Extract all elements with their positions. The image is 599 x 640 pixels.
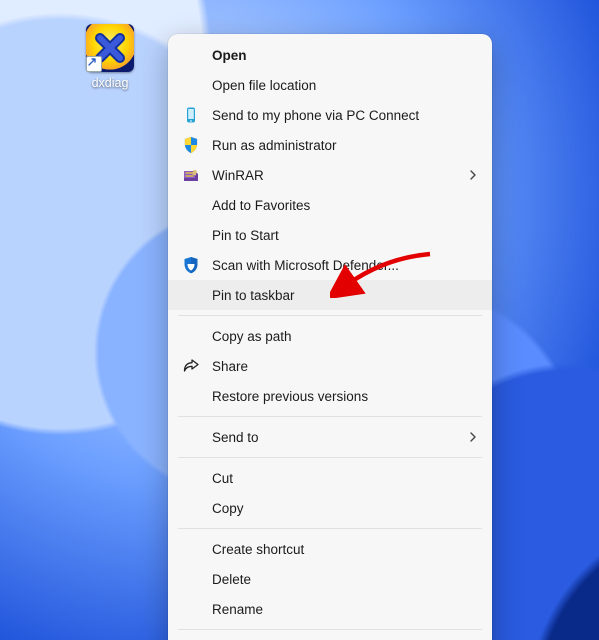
menu-item-pin-to-start[interactable]: Pin to Start — [168, 220, 492, 250]
chevron-right-icon — [468, 430, 478, 445]
menu-item-run-as-administrator[interactable]: Run as administrator — [168, 130, 492, 160]
menu-item-label: Open file location — [212, 78, 478, 93]
menu-separator — [178, 528, 482, 529]
defender-icon — [180, 254, 202, 276]
blank-icon — [180, 538, 202, 560]
menu-item-label: Add to Favorites — [212, 198, 478, 213]
menu-item-label: Share — [212, 359, 478, 374]
menu-item-label: Cut — [212, 471, 478, 486]
menu-item-copy[interactable]: Copy — [168, 493, 492, 523]
menu-item-pin-to-taskbar[interactable]: Pin to taskbar — [168, 280, 492, 310]
menu-separator — [178, 629, 482, 630]
desktop-shortcut-label: dxdiag — [74, 76, 146, 90]
menu-item-send-to-my-phone-via-pc-connect[interactable]: Send to my phone via PC Connect — [168, 100, 492, 130]
menu-item-label: Open — [212, 48, 478, 63]
shield-uac-icon — [180, 134, 202, 156]
menu-item-label: Pin to taskbar — [212, 288, 478, 303]
menu-item-label: Copy — [212, 501, 478, 516]
menu-item-rename[interactable]: Rename — [168, 594, 492, 624]
blank-icon — [180, 74, 202, 96]
menu-item-send-to[interactable]: Send to — [168, 422, 492, 452]
phone-icon — [180, 104, 202, 126]
blank-icon — [180, 325, 202, 347]
desktop-wallpaper: dxdiag Open Open file location Send to my … — [0, 0, 599, 640]
menu-item-label: Run as administrator — [212, 138, 478, 153]
blank-icon — [180, 385, 202, 407]
menu-separator — [178, 315, 482, 316]
menu-item-label: Send to my phone via PC Connect — [212, 108, 478, 123]
menu-item-open[interactable]: Open — [168, 40, 492, 70]
blank-icon — [180, 44, 202, 66]
menu-item-open-file-location[interactable]: Open file location — [168, 70, 492, 100]
blank-icon — [180, 284, 202, 306]
shortcut-overlay-icon — [86, 56, 102, 72]
context-menu: Open Open file location Send to my phone v… — [168, 34, 492, 640]
menu-item-restore-previous-versions[interactable]: Restore previous versions — [168, 381, 492, 411]
menu-separator — [178, 416, 482, 417]
menu-item-properties[interactable]: Properties — [168, 635, 492, 640]
menu-item-add-to-favorites[interactable]: Add to Favorites — [168, 190, 492, 220]
menu-item-label: Copy as path — [212, 329, 478, 344]
menu-item-winrar[interactable]: WinRAR — [168, 160, 492, 190]
blank-icon — [180, 224, 202, 246]
menu-item-cut[interactable]: Cut — [168, 463, 492, 493]
dxdiag-icon — [86, 24, 134, 72]
menu-item-label: Create shortcut — [212, 542, 478, 557]
menu-item-label: Delete — [212, 572, 478, 587]
share-icon — [180, 355, 202, 377]
blank-icon — [180, 598, 202, 620]
blank-icon — [180, 426, 202, 448]
menu-separator — [178, 457, 482, 458]
blank-icon — [180, 568, 202, 590]
menu-item-label: Send to — [212, 430, 468, 445]
menu-item-label: WinRAR — [212, 168, 468, 183]
menu-item-copy-as-path[interactable]: Copy as path — [168, 321, 492, 351]
desktop-shortcut-dxdiag[interactable]: dxdiag — [74, 24, 146, 90]
chevron-right-icon — [468, 168, 478, 183]
menu-item-share[interactable]: Share — [168, 351, 492, 381]
winrar-icon — [180, 164, 202, 186]
menu-item-label: Restore previous versions — [212, 389, 478, 404]
blank-icon — [180, 467, 202, 489]
blank-icon — [180, 194, 202, 216]
menu-item-create-shortcut[interactable]: Create shortcut — [168, 534, 492, 564]
menu-item-delete[interactable]: Delete — [168, 564, 492, 594]
menu-item-label: Pin to Start — [212, 228, 478, 243]
menu-item-label: Rename — [212, 602, 478, 617]
menu-item-scan-with-microsoft-defender[interactable]: Scan with Microsoft Defender... — [168, 250, 492, 280]
blank-icon — [180, 497, 202, 519]
menu-item-label: Scan with Microsoft Defender... — [212, 258, 478, 273]
